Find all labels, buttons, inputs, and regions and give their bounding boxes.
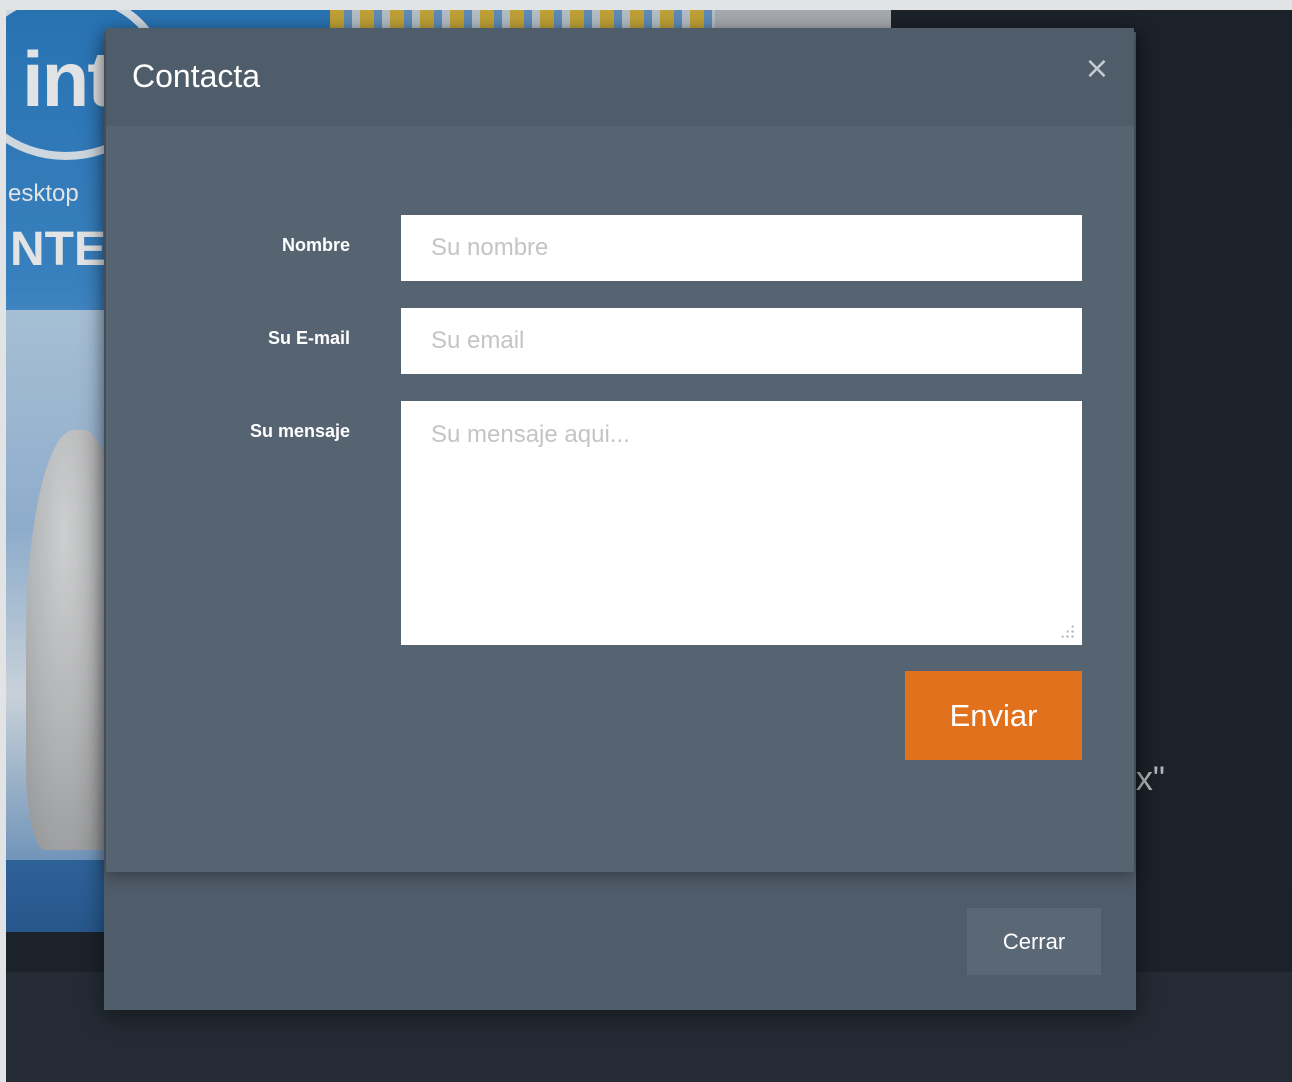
name-input[interactable] — [401, 215, 1082, 281]
close-icon[interactable]: × — [1082, 54, 1112, 84]
email-label: Su E-mail — [267, 328, 350, 348]
send-button[interactable]: Enviar — [905, 671, 1082, 760]
contact-modal: Contacta × Nombre Su E-mail Su mensaje E… — [106, 28, 1134, 872]
close-button[interactable]: Cerrar — [967, 908, 1101, 975]
message-label: Su mensaje — [249, 421, 350, 441]
modal-title: Contacta — [132, 58, 261, 94]
email-input[interactable] — [401, 308, 1082, 374]
modal-header: Contacta × — [106, 28, 1134, 126]
name-label: Nombre — [281, 235, 350, 255]
message-textarea[interactable] — [401, 401, 1082, 645]
